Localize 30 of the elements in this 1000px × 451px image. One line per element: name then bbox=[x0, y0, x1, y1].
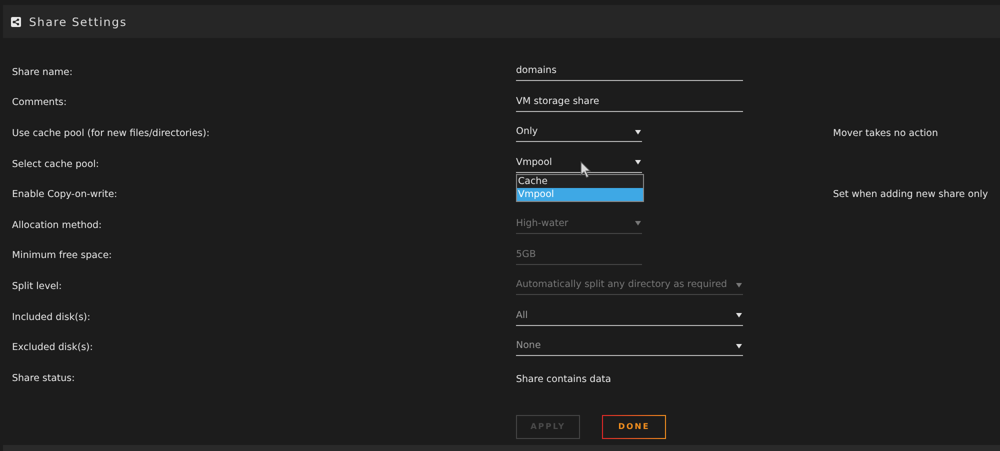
field-label: Split level: bbox=[12, 280, 62, 292]
help-note: Set when adding new share only bbox=[833, 189, 988, 200]
field-label: Share status: bbox=[12, 372, 75, 384]
caret-icon bbox=[635, 159, 641, 166]
help-note: Mover takes no action bbox=[833, 128, 938, 139]
caret-icon bbox=[635, 128, 641, 135]
cursor-icon bbox=[580, 160, 592, 179]
select-field[interactable]: Only bbox=[516, 122, 642, 142]
field-label: Comments: bbox=[12, 97, 67, 108]
dropdown-option[interactable]: Cache bbox=[517, 174, 643, 188]
caret-icon bbox=[635, 220, 641, 226]
field-label: Use cache pool (for new files/directories): bbox=[12, 128, 210, 139]
field-label: Enable Copy-on-write: bbox=[12, 189, 118, 200]
field-label: Allocation method: bbox=[12, 220, 102, 231]
caret-icon bbox=[736, 342, 742, 349]
share-icon bbox=[11, 16, 21, 26]
select-field[interactable]: None bbox=[516, 336, 743, 356]
text-field[interactable]: domains bbox=[516, 61, 743, 81]
field-label: Share name: bbox=[12, 66, 73, 78]
text-field[interactable]: VM storage share bbox=[516, 92, 743, 112]
caret-icon bbox=[736, 282, 742, 288]
caret-icon bbox=[736, 312, 742, 318]
field-label: Excluded disk(s): bbox=[12, 342, 93, 354]
field-label: Select cache pool: bbox=[12, 158, 99, 170]
select-field[interactable]: All bbox=[516, 306, 743, 326]
status-text: Share contains data bbox=[516, 374, 612, 385]
panel-title: Share Settings bbox=[29, 14, 128, 28]
done-button[interactable]: DONE bbox=[602, 414, 666, 439]
field-label: Minimum free space: bbox=[12, 250, 112, 262]
field-label: Included disk(s): bbox=[12, 312, 90, 323]
